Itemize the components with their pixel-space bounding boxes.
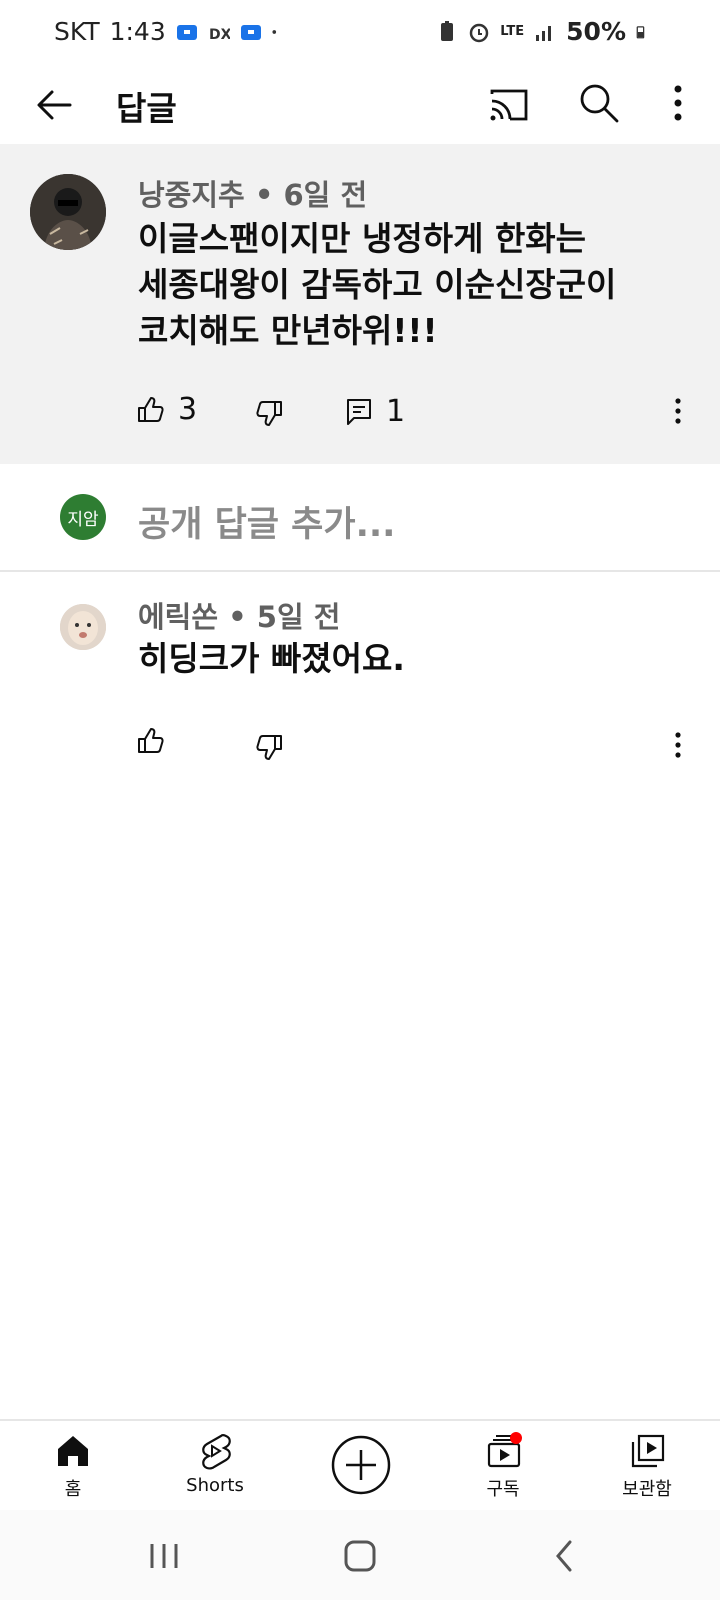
avatar-image-icon bbox=[60, 604, 106, 650]
back-arrow-icon[interactable] bbox=[30, 80, 80, 130]
thumb-down-icon[interactable] bbox=[254, 398, 284, 428]
like-action[interactable] bbox=[136, 726, 166, 756]
system-back-icon[interactable] bbox=[546, 1538, 586, 1574]
comment-meta: 낭중지추 • 6일 전 bbox=[138, 172, 367, 214]
like-count: 3 bbox=[178, 392, 198, 427]
dex-icon: DX bbox=[209, 27, 230, 43]
comment-more-icon[interactable] bbox=[668, 730, 688, 760]
reply-comment: 에릭쏜 • 5일 전 히딩크가 빠졌어요. bbox=[0, 574, 720, 774]
avatar[interactable] bbox=[30, 174, 106, 250]
nav-shorts[interactable]: Shorts bbox=[160, 1431, 270, 1496]
meta-separator: • bbox=[228, 600, 257, 634]
cast-icon[interactable] bbox=[484, 80, 534, 130]
more-vert-icon[interactable] bbox=[660, 78, 696, 128]
dislike-action[interactable] bbox=[254, 732, 284, 762]
nav-label: 보관함 bbox=[622, 1479, 672, 1500]
system-nav-bar bbox=[0, 1510, 720, 1600]
nav-label: 구독 bbox=[486, 1479, 520, 1500]
reply-input[interactable]: 공개 답글 추가... bbox=[138, 496, 395, 547]
battery-saver-icon bbox=[441, 20, 454, 41]
shorts-icon bbox=[202, 1434, 231, 1470]
home-icon bbox=[58, 1436, 88, 1466]
dislike-action[interactable] bbox=[254, 398, 284, 428]
recents-icon[interactable] bbox=[144, 1538, 184, 1574]
signal-icon bbox=[536, 25, 552, 41]
like-action[interactable]: 3 bbox=[136, 392, 197, 427]
avatar[interactable] bbox=[60, 604, 106, 650]
thumb-up-icon[interactable] bbox=[136, 726, 166, 756]
folder-notification-icon bbox=[176, 24, 197, 40]
app-bar: 답글 bbox=[0, 66, 720, 144]
comment-meta: 에릭쏜 • 5일 전 bbox=[138, 594, 340, 636]
author-name[interactable]: 낭중지추 bbox=[138, 178, 245, 212]
status-left: SKT 1:43 DX bbox=[54, 17, 282, 46]
reply-comment-icon[interactable] bbox=[344, 397, 374, 427]
nav-label: 홈 bbox=[64, 1479, 82, 1500]
meta-separator: • bbox=[254, 178, 284, 212]
nav-label: Shorts bbox=[186, 1475, 244, 1496]
status-right: LTE 50% bbox=[436, 17, 650, 46]
comment-text-line: 이글스팬이지만 냉정하게 한화는 bbox=[138, 219, 587, 258]
svg-text:DX: DX bbox=[209, 27, 230, 43]
reply-count: 1 bbox=[386, 394, 406, 429]
create-plus-icon[interactable] bbox=[330, 1434, 392, 1496]
comment-text: 히딩크가 빠졌어요. bbox=[138, 636, 405, 682]
status-bar: SKT 1:43 DX LTE 50% bbox=[0, 0, 720, 66]
thumb-up-icon[interactable] bbox=[136, 395, 166, 425]
parent-comment: 낭중지추 • 6일 전 이글스팬이지만 냉정하게 한화는 세종대왕이 감독하고 … bbox=[0, 144, 720, 464]
battery-label: 50% bbox=[566, 17, 626, 46]
reply-action[interactable]: 1 bbox=[344, 394, 405, 429]
author-name[interactable]: 에릭쏜 bbox=[138, 600, 218, 634]
comment-text: 이글스팬이지만 냉정하게 한화는 세종대왕이 감독하고 이순신장군이 코치해도 … bbox=[138, 216, 616, 354]
search-icon[interactable] bbox=[574, 78, 624, 128]
comment-more-icon[interactable] bbox=[668, 396, 688, 426]
dot-icon bbox=[272, 29, 276, 34]
library-icon bbox=[631, 1434, 665, 1468]
comment-text-line: 코치해도 만년하위!!! bbox=[138, 311, 438, 350]
alarm-icon bbox=[470, 23, 489, 42]
page-title: 답글 bbox=[116, 89, 177, 128]
battery-icon bbox=[636, 25, 645, 38]
home-button-icon[interactable] bbox=[340, 1538, 380, 1574]
comment-text-line: 히딩크가 빠졌어요. bbox=[138, 639, 405, 678]
time-ago: 5일 전 bbox=[256, 600, 341, 634]
clock: 1:43 bbox=[109, 17, 166, 46]
folder-notification-icon-2 bbox=[240, 24, 261, 40]
time-ago: 6일 전 bbox=[283, 178, 368, 212]
avatar-image-icon bbox=[30, 174, 106, 250]
thumb-down-icon[interactable] bbox=[254, 732, 284, 762]
reply-input-row[interactable]: 지암 공개 답글 추가... bbox=[0, 464, 720, 572]
nav-library[interactable]: 보관함 bbox=[592, 1431, 702, 1501]
carrier-label: SKT bbox=[54, 17, 100, 46]
bottom-nav: 홈 Shorts 구독 보관함 bbox=[0, 1419, 720, 1509]
comment-text-line: 세종대왕이 감독하고 이순신장군이 bbox=[138, 265, 617, 304]
nav-home[interactable]: 홈 bbox=[18, 1431, 128, 1501]
network-label: LTE bbox=[500, 24, 525, 39]
my-avatar: 지암 bbox=[60, 494, 106, 540]
nav-subscriptions[interactable]: 구독 bbox=[448, 1431, 558, 1501]
subscriptions-icon bbox=[487, 1432, 522, 1468]
